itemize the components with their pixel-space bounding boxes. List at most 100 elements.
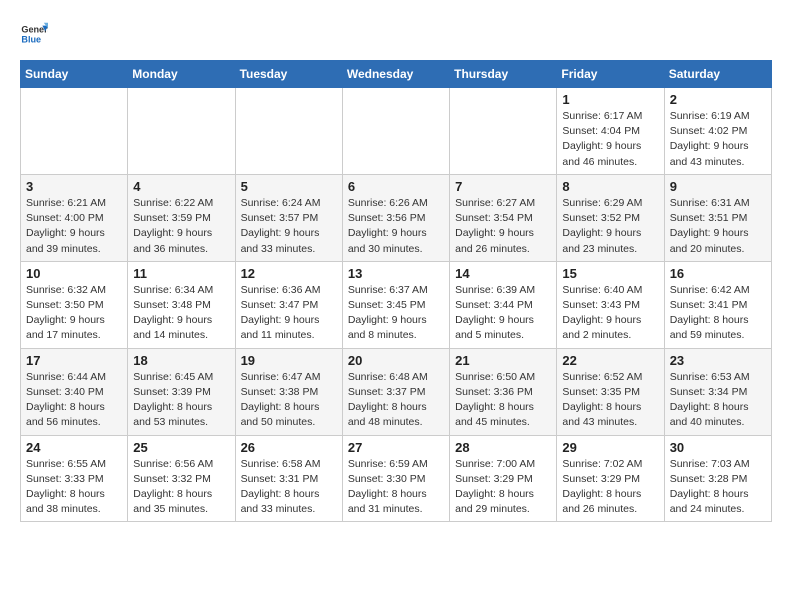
day-detail: Sunrise: 6:21 AM Sunset: 4:00 PM Dayligh…: [26, 197, 106, 255]
day-number: 26: [241, 440, 337, 455]
day-number: 3: [26, 179, 122, 194]
week-row-4: 17 Sunrise: 6:44 AM Sunset: 3:40 PM Dayli…: [21, 348, 772, 435]
weekday-header-sunday: Sunday: [21, 61, 128, 88]
day-cell: 1Sunrise: 6:17 AM Sunset: 4:04 PM Daylig…: [557, 88, 664, 175]
week-row-5: 24 Sunrise: 6:55 AM Sunset: 3:33 PM Dayli…: [21, 435, 772, 522]
weekday-header-wednesday: Wednesday: [342, 61, 449, 88]
day-detail: Sunrise: 6:42 AM Sunset: 3:41 PM Dayligh…: [670, 284, 750, 342]
day-detail: Sunrise: 7:03 AM Sunset: 3:28 PM Dayligh…: [670, 458, 750, 516]
day-number: 13: [348, 266, 444, 281]
day-number: 9: [670, 179, 766, 194]
day-number: 17: [26, 353, 122, 368]
week-row-2: 3 Sunrise: 6:21 AM Sunset: 4:00 PM Daylig…: [21, 174, 772, 261]
day-detail: Sunrise: 6:56 AM Sunset: 3:32 PM Dayligh…: [133, 458, 213, 516]
day-detail: Sunrise: 6:52 AM Sunset: 3:35 PM Dayligh…: [562, 371, 642, 429]
day-cell: 25 Sunrise: 6:56 AM Sunset: 3:32 PM Dayli…: [128, 435, 235, 522]
day-cell: [342, 88, 449, 175]
day-detail: Sunrise: 6:45 AM Sunset: 3:39 PM Dayligh…: [133, 371, 213, 429]
day-detail: Sunrise: 6:47 AM Sunset: 3:38 PM Dayligh…: [241, 371, 321, 429]
day-cell: 21 Sunrise: 6:50 AM Sunset: 3:36 PM Dayli…: [450, 348, 557, 435]
day-cell: 29 Sunrise: 7:02 AM Sunset: 3:29 PM Dayli…: [557, 435, 664, 522]
day-number: 21: [455, 353, 551, 368]
day-cell: 14 Sunrise: 6:39 AM Sunset: 3:44 PM Dayli…: [450, 261, 557, 348]
day-cell: 17 Sunrise: 6:44 AM Sunset: 3:40 PM Dayli…: [21, 348, 128, 435]
day-number: 16: [670, 266, 766, 281]
day-number: 6: [348, 179, 444, 194]
day-cell: 23 Sunrise: 6:53 AM Sunset: 3:34 PM Dayli…: [664, 348, 771, 435]
day-number: 5: [241, 179, 337, 194]
day-detail: Sunrise: 7:00 AM Sunset: 3:29 PM Dayligh…: [455, 458, 535, 516]
day-number: 22: [562, 353, 658, 368]
day-detail: Sunrise: 6:31 AM Sunset: 3:51 PM Dayligh…: [670, 197, 750, 255]
day-cell: 22 Sunrise: 6:52 AM Sunset: 3:35 PM Dayli…: [557, 348, 664, 435]
day-number: 24: [26, 440, 122, 455]
day-detail: Sunrise: 6:29 AM Sunset: 3:52 PM Dayligh…: [562, 197, 642, 255]
day-detail: Sunrise: 6:32 AM Sunset: 3:50 PM Dayligh…: [26, 284, 106, 342]
day-cell: 8 Sunrise: 6:29 AM Sunset: 3:52 PM Daylig…: [557, 174, 664, 261]
weekday-header-tuesday: Tuesday: [235, 61, 342, 88]
day-cell: 4Sunrise: 6:22 AM Sunset: 3:59 PM Daylig…: [128, 174, 235, 261]
day-detail: Sunrise: 6:44 AM Sunset: 3:40 PM Dayligh…: [26, 371, 106, 429]
day-cell: 18 Sunrise: 6:45 AM Sunset: 3:39 PM Dayli…: [128, 348, 235, 435]
day-cell: 26 Sunrise: 6:58 AM Sunset: 3:31 PM Dayli…: [235, 435, 342, 522]
day-cell: 13 Sunrise: 6:37 AM Sunset: 3:45 PM Dayli…: [342, 261, 449, 348]
day-detail: Sunrise: 6:58 AM Sunset: 3:31 PM Dayligh…: [241, 458, 321, 516]
day-number: 10: [26, 266, 122, 281]
day-cell: 9 Sunrise: 6:31 AM Sunset: 3:51 PM Daylig…: [664, 174, 771, 261]
day-number: 18: [133, 353, 229, 368]
day-number: 20: [348, 353, 444, 368]
week-row-1: 1Sunrise: 6:17 AM Sunset: 4:04 PM Daylig…: [21, 88, 772, 175]
day-number: 28: [455, 440, 551, 455]
day-cell: 20 Sunrise: 6:48 AM Sunset: 3:37 PM Dayli…: [342, 348, 449, 435]
day-cell: 19 Sunrise: 6:47 AM Sunset: 3:38 PM Dayli…: [235, 348, 342, 435]
day-detail: Sunrise: 6:39 AM Sunset: 3:44 PM Dayligh…: [455, 284, 535, 342]
logo: General Blue: [20, 20, 48, 48]
day-number: 29: [562, 440, 658, 455]
day-detail: Sunrise: 6:27 AM Sunset: 3:54 PM Dayligh…: [455, 197, 535, 255]
day-detail: Sunrise: 6:59 AM Sunset: 3:30 PM Dayligh…: [348, 458, 428, 516]
day-detail: Sunrise: 6:53 AM Sunset: 3:34 PM Dayligh…: [670, 371, 750, 429]
day-detail: Sunrise: 6:55 AM Sunset: 3:33 PM Dayligh…: [26, 458, 106, 516]
day-detail: Sunrise: 6:36 AM Sunset: 3:47 PM Dayligh…: [241, 284, 321, 342]
day-number: 11: [133, 266, 229, 281]
day-cell: 7 Sunrise: 6:27 AM Sunset: 3:54 PM Daylig…: [450, 174, 557, 261]
day-detail: Sunrise: 7:02 AM Sunset: 3:29 PM Dayligh…: [562, 458, 642, 516]
day-number: 15: [562, 266, 658, 281]
calendar-table: SundayMondayTuesdayWednesdayThursdayFrid…: [20, 60, 772, 522]
weekday-header-thursday: Thursday: [450, 61, 557, 88]
weekday-header-friday: Friday: [557, 61, 664, 88]
day-cell: 16 Sunrise: 6:42 AM Sunset: 3:41 PM Dayli…: [664, 261, 771, 348]
svg-text:Blue: Blue: [21, 34, 41, 44]
day-cell: 30 Sunrise: 7:03 AM Sunset: 3:28 PM Dayli…: [664, 435, 771, 522]
day-number: 1: [562, 92, 658, 107]
day-cell: 28 Sunrise: 7:00 AM Sunset: 3:29 PM Dayli…: [450, 435, 557, 522]
day-detail: Sunrise: 6:34 AM Sunset: 3:48 PM Dayligh…: [133, 284, 213, 342]
day-cell: 12 Sunrise: 6:36 AM Sunset: 3:47 PM Dayli…: [235, 261, 342, 348]
day-number: 2: [670, 92, 766, 107]
day-detail: Sunrise: 6:19 AM Sunset: 4:02 PM Dayligh…: [670, 110, 750, 168]
day-cell: [235, 88, 342, 175]
day-cell: 3 Sunrise: 6:21 AM Sunset: 4:00 PM Daylig…: [21, 174, 128, 261]
week-row-3: 10 Sunrise: 6:32 AM Sunset: 3:50 PM Dayli…: [21, 261, 772, 348]
day-cell: 15Sunrise: 6:40 AM Sunset: 3:43 PM Dayli…: [557, 261, 664, 348]
day-cell: [450, 88, 557, 175]
day-cell: 5 Sunrise: 6:24 AM Sunset: 3:57 PM Daylig…: [235, 174, 342, 261]
day-detail: Sunrise: 6:24 AM Sunset: 3:57 PM Dayligh…: [241, 197, 321, 255]
day-number: 19: [241, 353, 337, 368]
day-cell: 2 Sunrise: 6:19 AM Sunset: 4:02 PM Daylig…: [664, 88, 771, 175]
day-detail: Sunrise: 6:50 AM Sunset: 3:36 PM Dayligh…: [455, 371, 535, 429]
weekday-header-row: SundayMondayTuesdayWednesdayThursdayFrid…: [21, 61, 772, 88]
logo-icon: General Blue: [20, 20, 48, 48]
weekday-header-saturday: Saturday: [664, 61, 771, 88]
day-number: 30: [670, 440, 766, 455]
day-number: 25: [133, 440, 229, 455]
day-number: 14: [455, 266, 551, 281]
day-number: 7: [455, 179, 551, 194]
day-number: 8: [562, 179, 658, 194]
day-number: 23: [670, 353, 766, 368]
day-detail: Sunrise: 6:48 AM Sunset: 3:37 PM Dayligh…: [348, 371, 428, 429]
day-cell: [21, 88, 128, 175]
day-detail: Sunrise: 6:37 AM Sunset: 3:45 PM Dayligh…: [348, 284, 428, 342]
day-number: 12: [241, 266, 337, 281]
day-number: 27: [348, 440, 444, 455]
